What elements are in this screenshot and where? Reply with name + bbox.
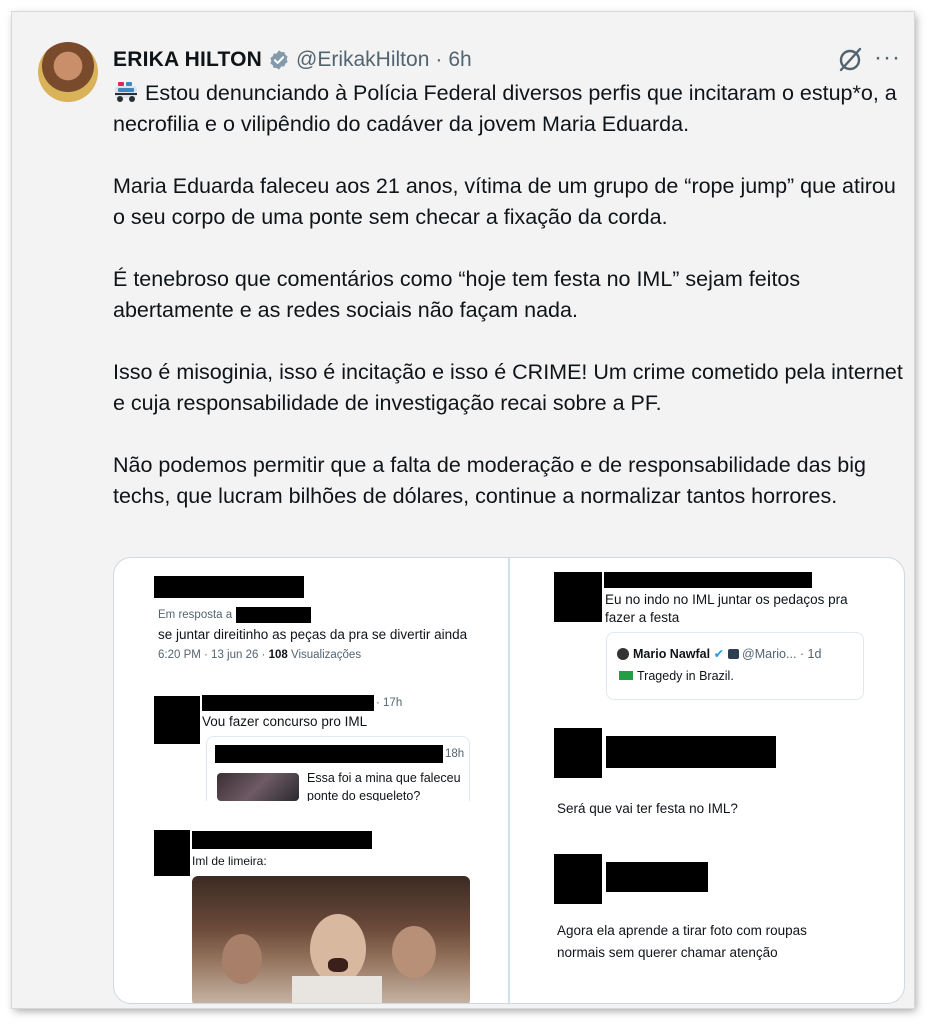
post-time: · 17h (376, 697, 403, 709)
redaction-bar (554, 854, 602, 904)
redaction-bar (202, 695, 374, 711)
tweet-paragraph: É tenebroso que comentários como “hoje t… (113, 267, 801, 322)
post-text: normais sem querer chamar atenção (557, 945, 778, 960)
image-figure (292, 976, 382, 1003)
tweet-media[interactable]: Em resposta a se juntar direitinho as pe… (113, 557, 905, 1004)
post-text: Agora ela aprende a tirar foto com roupa… (557, 923, 807, 938)
tweet-card[interactable]: ERIKA HILTON @ErikakHilton · 6h ··· Esto… (12, 12, 914, 1008)
police-car-emoji-icon (115, 82, 137, 102)
header-separator: · (435, 48, 443, 71)
image-figure (310, 914, 366, 984)
redaction-bar (554, 728, 602, 778)
quote-text-content: Tragedy in Brazil. (637, 669, 734, 683)
post-text: Iml de limeira: (192, 854, 267, 868)
author-name[interactable]: ERIKA HILTON (113, 48, 262, 72)
grok-icon[interactable] (832, 42, 868, 78)
quoted-post[interactable]: Mario Nawfal ✔ @Mario... · 1d Tragedy in… (606, 632, 864, 700)
redaction-bar (606, 862, 708, 892)
redaction-bar (606, 736, 776, 768)
quote-text: Tragedy in Brazil. (619, 667, 734, 685)
image-figure (222, 934, 262, 984)
quoted-post[interactable]: 18h Essa foi a mina que faleceu ponte do… (206, 736, 470, 801)
author-handle[interactable]: @ErikakHilton (296, 48, 429, 72)
avatar[interactable] (38, 42, 98, 102)
post-text: Será que vai ter festa no IML? (557, 801, 738, 816)
tweet-header: ERIKA HILTON @ErikakHilton · 6h (113, 42, 472, 78)
tweet-paragraph: Estou denunciando à Polícia Federal dive… (113, 78, 903, 140)
tweet-paragraph: Maria Eduarda faleceu aos 21 anos, vítim… (113, 174, 896, 229)
post-text: Eu no indo no IML juntar os pedaços pra (605, 592, 848, 607)
more-options-icon[interactable]: ··· (874, 46, 901, 70)
post-meta-time: 6:20 PM · 13 jun 26 · (158, 649, 269, 661)
quote-handle: @Mario... · 1d (742, 647, 822, 661)
redaction-bar (554, 572, 602, 622)
redaction-bar (604, 572, 812, 588)
verified-badge-icon (270, 50, 288, 70)
tweet-time[interactable]: 6h (448, 48, 471, 72)
image-figure (392, 926, 436, 978)
verified-small-icon: ✔ (713, 647, 725, 661)
tweet-paragraph: Não podemos permitir que a falta de mode… (113, 453, 866, 508)
quote-text: Essa foi a mina que faleceu (307, 771, 461, 785)
quote-text: ponte do esqueleto? (307, 789, 421, 801)
quote-name: Mario Nawfal (633, 647, 711, 661)
views-label: Visualizações (287, 649, 362, 661)
post-text: se juntar direitinho as peças da pra se … (158, 627, 468, 642)
redaction-bar (154, 830, 190, 876)
quote-avatar (617, 648, 629, 660)
redaction-bar (192, 831, 372, 849)
post-text: Vou fazer concurso pro IML (202, 714, 368, 729)
views-count: 108 (268, 649, 288, 661)
image-divider (508, 558, 510, 1003)
quote-author: Mario Nawfal ✔ @Mario... · 1d (633, 645, 821, 663)
image-figure (328, 958, 348, 972)
quote-thumbnail (217, 773, 299, 801)
tweet-text: Estou denunciando à Polícia Federal dive… (113, 78, 903, 512)
affiliate-badge-icon (727, 649, 739, 659)
brazil-flag-icon (619, 671, 633, 680)
tweet-paragraph: Isso é misoginia, isso é incitação e iss… (113, 360, 903, 415)
post-text: fazer a festa (605, 610, 680, 625)
post-image[interactable] (192, 876, 470, 1003)
paragraph-text: Estou denunciando à Polícia Federal dive… (113, 81, 897, 136)
reply-to-label: Em resposta a (158, 609, 233, 621)
quote-time: 18h (445, 748, 465, 760)
redaction-bar (154, 576, 304, 598)
redaction-bar (215, 745, 443, 763)
post-meta: 6:20 PM · 13 jun 26 · 108 Visualizações (158, 646, 361, 664)
redaction-bar (154, 696, 200, 744)
redaction-bar (236, 607, 311, 623)
